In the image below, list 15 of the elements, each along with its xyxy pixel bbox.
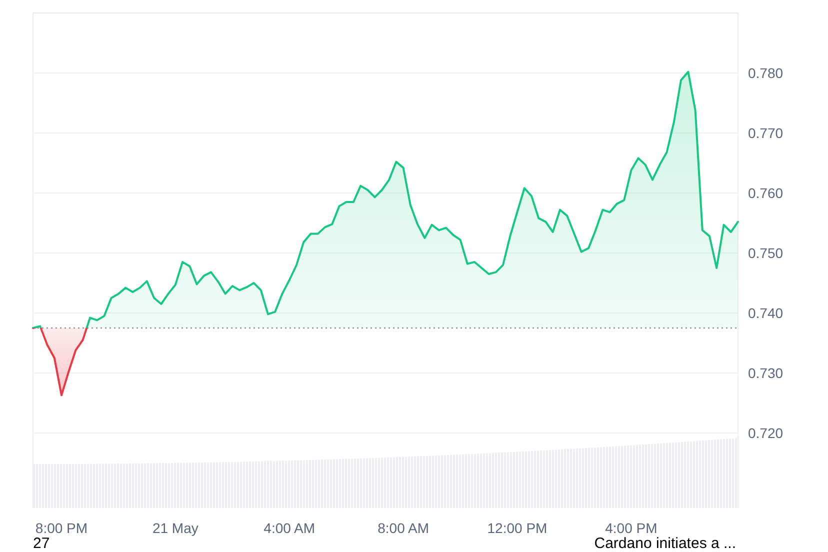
y-axis-label: 0.740: [748, 305, 784, 321]
news-snippet[interactable]: Cardano initiates a ...: [594, 536, 736, 552]
count-label: 27: [33, 536, 50, 552]
y-axis-label: 0.750: [748, 245, 784, 261]
x-axis-label: 21 May: [152, 520, 198, 536]
x-axis-label: 12:00 PM: [487, 520, 548, 536]
y-axis-label: 0.720: [748, 425, 784, 441]
x-axis-label: 8:00 AM: [378, 520, 429, 536]
x-axis-label: 4:00 AM: [264, 520, 316, 536]
x-axis-label: 8:00 PM: [35, 520, 88, 536]
y-axis-label: 0.730: [748, 365, 784, 381]
y-axis-label: 0.770: [748, 125, 784, 141]
x-axis-label: 4:00 PM: [605, 520, 658, 536]
y-axis-label: 0.780: [748, 65, 784, 81]
y-axis-label: 0.760: [748, 185, 784, 201]
